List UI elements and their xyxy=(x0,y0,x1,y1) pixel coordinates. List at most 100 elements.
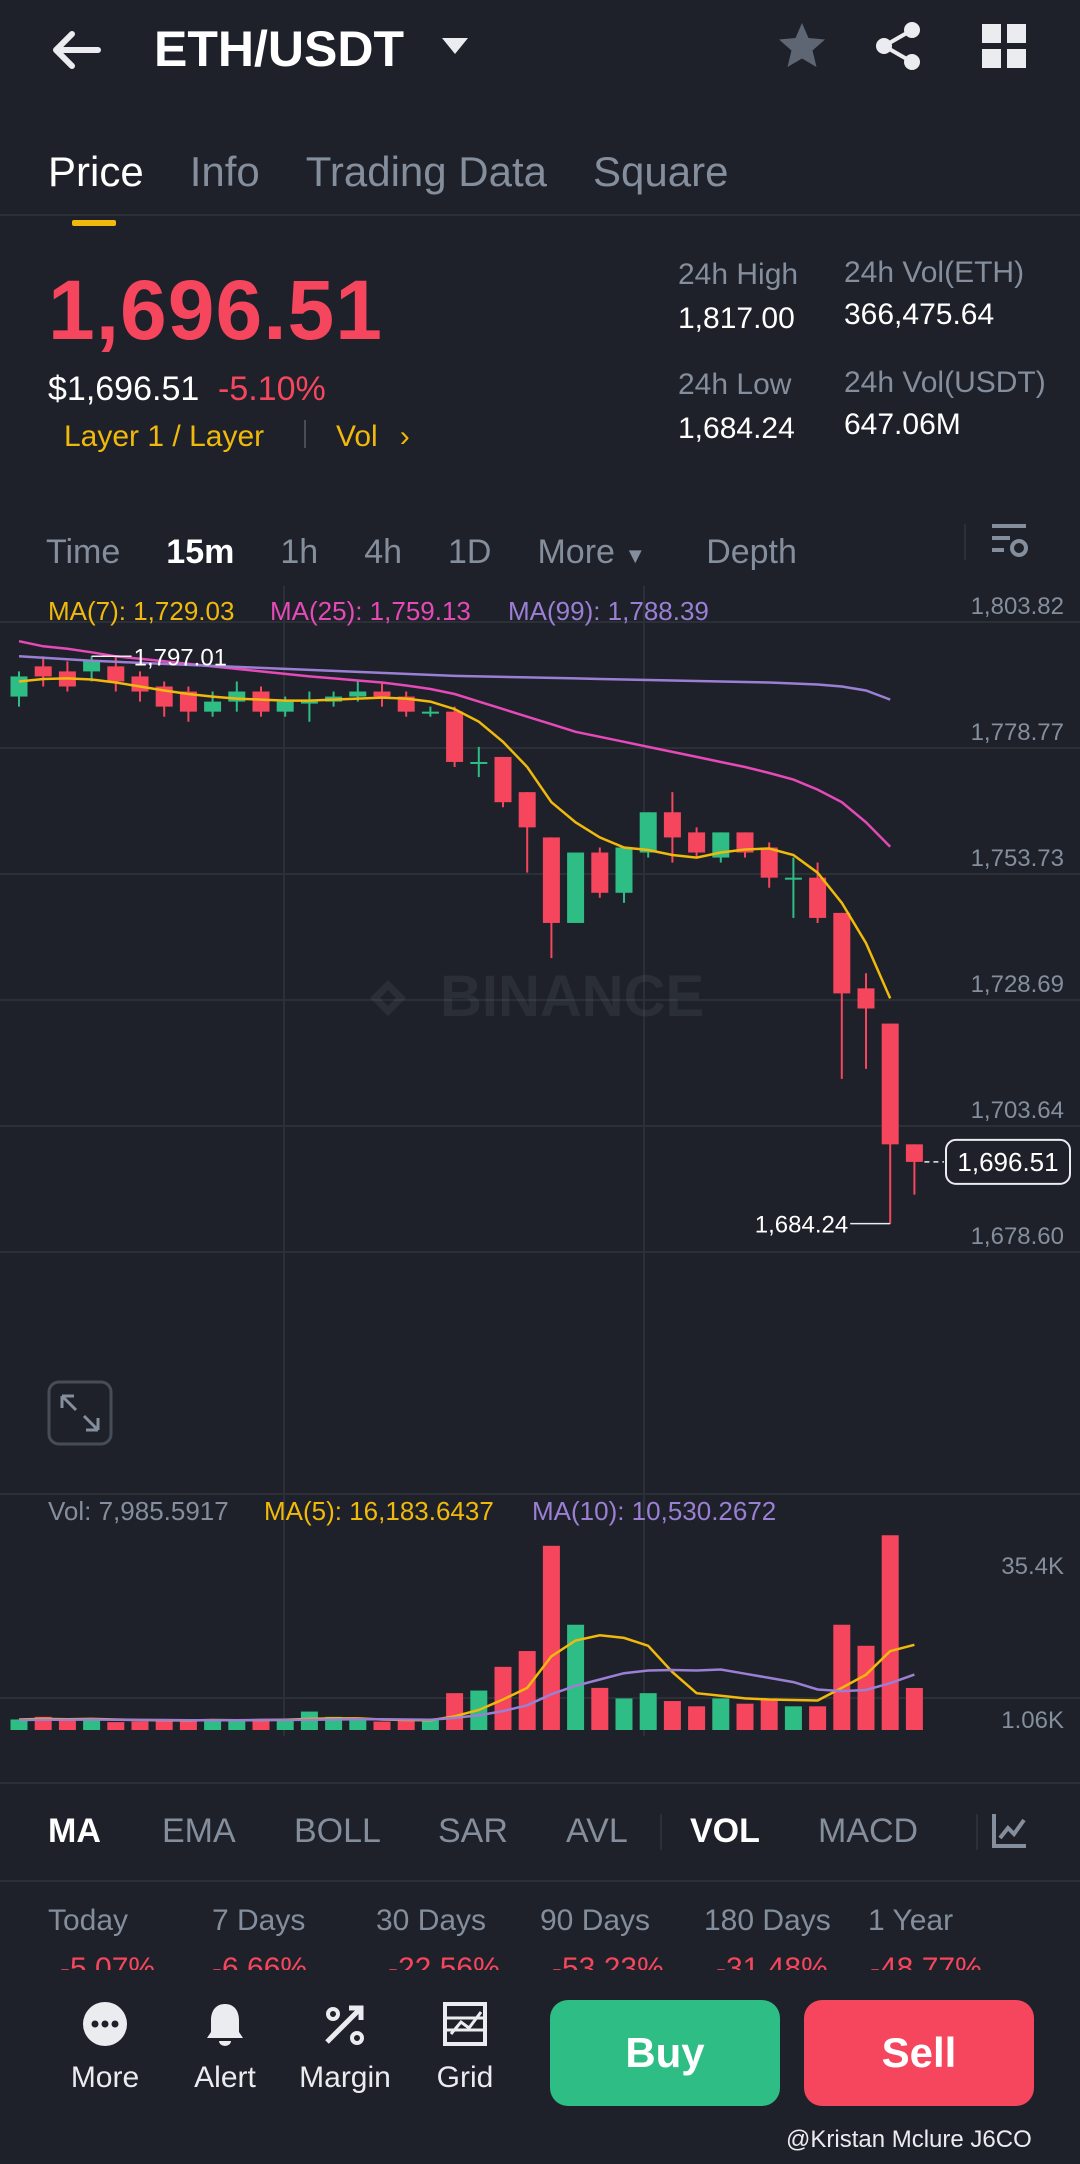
candle-body xyxy=(784,877,802,880)
perf-label-today: Today xyxy=(48,1904,129,1937)
share-icon[interactable] xyxy=(872,20,924,72)
volume-bar xyxy=(373,1721,391,1730)
indicator-sar[interactable]: SAR xyxy=(438,1812,508,1851)
divider xyxy=(304,420,306,448)
perf-value-7d: -6.66% xyxy=(212,1952,308,1970)
vol-ma10-legend: MA(10): 10,530.2672 xyxy=(532,1496,776,1526)
chart-settings-icon[interactable] xyxy=(988,520,1030,562)
back-arrow-icon[interactable] xyxy=(48,22,104,78)
interval-time[interactable]: Time xyxy=(46,533,120,572)
vol-legend: Vol: 7,985.5917 xyxy=(48,1496,229,1526)
candle-body xyxy=(688,832,706,853)
pair-title[interactable]: ETH/USDT xyxy=(154,20,404,78)
volume-bar xyxy=(179,1720,197,1730)
candle-body xyxy=(34,666,52,677)
interval-1h[interactable]: 1h xyxy=(280,533,318,572)
candle-body xyxy=(518,792,536,828)
price-change-percent: -5.10% xyxy=(218,370,326,408)
volume-tick-label: 1.06K xyxy=(1001,1707,1064,1734)
volume-bar xyxy=(131,1721,149,1730)
bottom-more[interactable]: More xyxy=(50,2000,160,2095)
tab-price[interactable]: Price xyxy=(48,148,144,226)
volume-bar xyxy=(833,1624,851,1730)
candle-body xyxy=(349,691,367,697)
candle-body xyxy=(857,988,875,1009)
perf-label-90d: 90 Days xyxy=(540,1904,651,1937)
stat-vol-eth-value: 366,475.64 xyxy=(844,298,995,331)
interval-depth[interactable]: Depth xyxy=(706,533,797,572)
tab-trading-data[interactable]: Trading Data xyxy=(306,148,547,196)
category-tag[interactable]: Layer 1 / Layer xyxy=(64,420,264,454)
tab-info[interactable]: Info xyxy=(190,148,260,196)
star-icon[interactable] xyxy=(776,20,828,72)
indicator-row: MA EMA BOLL SAR AVL VOL MACD xyxy=(0,1782,1080,1882)
candles xyxy=(10,656,923,1224)
main-tabs: Price Info Trading Data Square xyxy=(48,132,774,226)
indicator-ema[interactable]: EMA xyxy=(162,1812,236,1851)
candle-body xyxy=(542,837,560,923)
interval-15m[interactable]: 15m xyxy=(166,533,234,572)
candle-body xyxy=(470,761,488,764)
vol-tag-label: Vol xyxy=(336,420,378,453)
volume-bar xyxy=(712,1698,730,1730)
volume-bar xyxy=(58,1720,76,1730)
margin-icon xyxy=(325,2005,364,2045)
divider xyxy=(660,1814,662,1850)
interval-1d[interactable]: 1D xyxy=(448,533,491,572)
candle-body xyxy=(276,701,294,712)
divider xyxy=(976,1814,978,1850)
bottom-alert[interactable]: Alert xyxy=(170,2000,280,2095)
grid-bot-icon xyxy=(443,2002,487,2046)
chevron-down-icon[interactable] xyxy=(440,36,470,56)
candle-body xyxy=(591,852,609,893)
candlestick-chart[interactable]: BINANCE MA(7): 1,729.03 MA(25): 1,759.13… xyxy=(0,586,1080,1736)
bottom-margin[interactable]: Margin xyxy=(290,2000,400,2095)
divider xyxy=(964,524,966,560)
candle-body xyxy=(300,701,318,704)
watermark-text: BINANCE xyxy=(440,964,704,1029)
volume-bar xyxy=(421,1720,439,1730)
interval-more-label: More xyxy=(537,532,615,571)
candle-body xyxy=(10,676,28,697)
volume-bar xyxy=(349,1720,367,1730)
indicator-boll[interactable]: BOLL xyxy=(294,1812,381,1851)
sell-button[interactable]: Sell xyxy=(804,2000,1034,2106)
interval-4h[interactable]: 4h xyxy=(364,533,402,572)
indicator-chart-icon[interactable] xyxy=(990,1810,1030,1850)
stat-vol-usdt-label: 24h Vol(USDT) xyxy=(844,366,1046,399)
vol-ma5-legend: MA(5): 16,183.6437 xyxy=(264,1496,494,1526)
candle-body xyxy=(421,711,439,714)
fullscreen-button[interactable] xyxy=(47,1380,113,1446)
interval-selector: Time 15m 1h 4h 1D More ▼ Depth xyxy=(46,522,843,582)
stat-vol-eth-label: 24h Vol(ETH) xyxy=(844,256,1025,289)
volume-bar xyxy=(446,1693,464,1730)
indicator-macd[interactable]: MACD xyxy=(818,1812,918,1851)
candle-body xyxy=(760,847,778,878)
volume-bar xyxy=(809,1706,827,1730)
bottom-alert-label: Alert xyxy=(194,2061,256,2094)
layout-grid-icon[interactable] xyxy=(980,22,1028,70)
bottom-grid[interactable]: Grid xyxy=(410,2000,520,2095)
buy-button[interactable]: Buy xyxy=(550,2000,780,2106)
volume-bar xyxy=(542,1545,560,1730)
indicator-ma[interactable]: MA xyxy=(48,1812,101,1851)
candle-body xyxy=(252,691,270,712)
stat-high-label: 24h High xyxy=(678,258,799,291)
volume-bar xyxy=(688,1706,706,1730)
tab-square[interactable]: Square xyxy=(593,148,728,196)
last-price: 1,696.51 xyxy=(48,263,383,357)
candle-body xyxy=(615,847,633,893)
perf-value-180d: -31.48% xyxy=(716,1952,828,1970)
perf-value-90d: -53.23% xyxy=(552,1952,664,1970)
candle-body xyxy=(107,666,125,682)
vol-tag[interactable]: Vol › xyxy=(336,420,410,454)
indicator-avl[interactable]: AVL xyxy=(566,1812,628,1851)
binance-watermark: BINANCE xyxy=(370,964,704,1029)
candle-body xyxy=(809,877,827,918)
candle-body xyxy=(131,676,149,692)
interval-more[interactable]: More ▼ xyxy=(537,533,646,572)
perf-value-30d: -22.56% xyxy=(388,1952,500,1970)
volume-bar xyxy=(397,1720,415,1730)
stat-low-label: 24h Low xyxy=(678,368,792,401)
indicator-vol[interactable]: VOL xyxy=(690,1812,760,1851)
